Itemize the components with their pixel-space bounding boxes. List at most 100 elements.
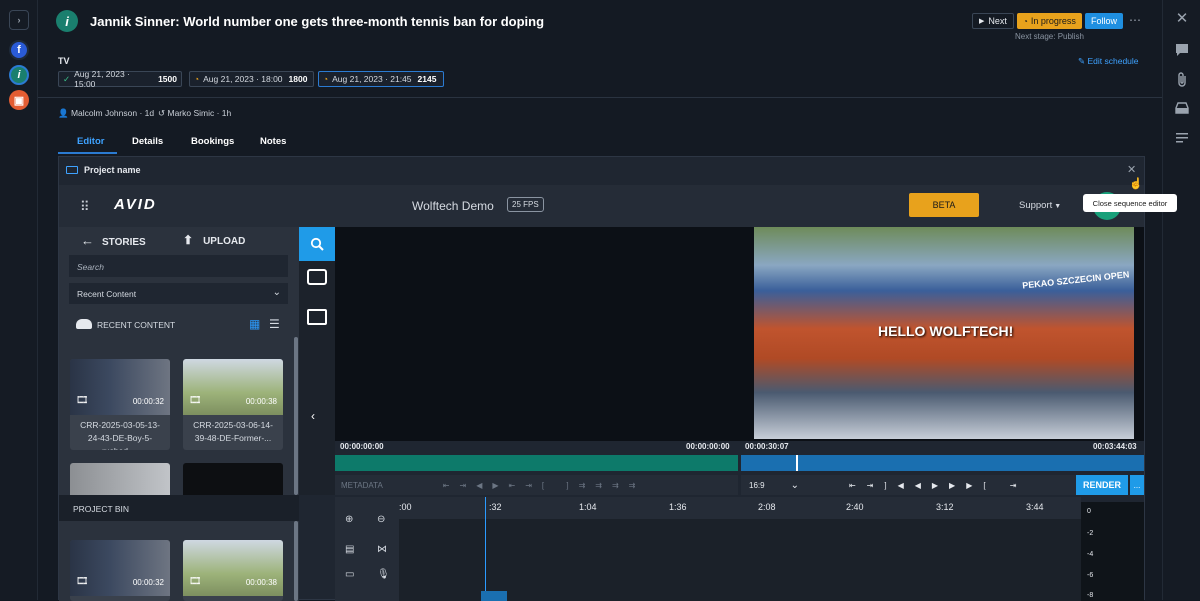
record-scrubber[interactable] bbox=[741, 455, 1144, 471]
scrollbar[interactable] bbox=[294, 337, 298, 495]
transport-icons[interactable]: ⇤⇥]◀◀▶▶▶[ ⇥ bbox=[849, 481, 1028, 490]
document-icon[interactable]: ▤ bbox=[345, 544, 354, 555]
timeline-track-area[interactable] bbox=[399, 497, 1081, 601]
tab-bookings[interactable]: Bookings bbox=[191, 136, 234, 147]
next-button[interactable]: ▶ Next bbox=[972, 13, 1014, 29]
content-select[interactable]: Recent Content ⌄ bbox=[69, 283, 288, 304]
comment-icon[interactable] bbox=[1174, 43, 1190, 59]
clip-image bbox=[70, 540, 170, 596]
aspect-select[interactable]: 16:9 bbox=[749, 481, 765, 490]
project-bin: 🎞 00:00:32 🎞 00:00:38 bbox=[59, 521, 299, 601]
clock-icon: ◔ bbox=[194, 74, 200, 84]
camera-app-icon[interactable]: ▣ bbox=[9, 90, 29, 110]
chevron-down-icon[interactable]: ⌄ bbox=[791, 480, 799, 491]
tab-details[interactable]: Details bbox=[132, 136, 163, 147]
timeline-tools: ⊕ ⊖ ▤ ⋈ ▭ 🎙 bbox=[335, 497, 399, 601]
tennis-court-image: PEKAO SZCZECIN OPEN HELLO WOLFTECH! bbox=[754, 227, 1134, 439]
ruler-label: 2:40 bbox=[846, 502, 864, 512]
schedule-slot[interactable]: ✓ Aug 21, 2023 · 15:00 1500 bbox=[58, 69, 182, 89]
schedule-slot[interactable]: ◔ Aug 21, 2023 · 18:00 1800 bbox=[189, 71, 314, 87]
page-title: Jannik Sinner: World number one gets thr… bbox=[90, 14, 545, 29]
source-scrubber[interactable] bbox=[335, 455, 738, 471]
fps-badge: 25 FPS bbox=[507, 197, 544, 212]
status-badge[interactable]: ◔ In progress bbox=[1017, 13, 1082, 29]
meter-label: 0 bbox=[1087, 508, 1091, 515]
left-sidebar: › f i ▣ bbox=[0, 0, 38, 600]
editor-user: ↺ Marko Simic · 1h bbox=[158, 108, 232, 118]
search-input[interactable]: Search bbox=[69, 255, 288, 277]
clip-thumbnail[interactable]: 🎞 00:00:32 bbox=[70, 540, 170, 601]
story-panel: i Jannik Sinner: World number one gets t… bbox=[38, 0, 1177, 601]
stories-button[interactable]: ← STORIES bbox=[81, 233, 146, 248]
search-tool[interactable] bbox=[299, 227, 335, 261]
wolftech-icon[interactable]: i bbox=[9, 65, 29, 85]
camera-icon[interactable] bbox=[307, 269, 327, 285]
collapse-icon[interactable]: ‹ bbox=[311, 409, 315, 423]
film-icon: 🎞 bbox=[189, 576, 202, 587]
more-icon[interactable]: ⋯ bbox=[1129, 13, 1141, 27]
audio-meter: 0 -2 -4 -6 -8 bbox=[1081, 502, 1144, 601]
clip-thumbnail[interactable]: 🎞 00:00:38 CRR-2025-03-06-14-39-48-DE-Fo… bbox=[183, 359, 283, 450]
playhead[interactable] bbox=[796, 455, 798, 471]
tab-notes[interactable]: Notes bbox=[260, 136, 286, 147]
grid-view-icon[interactable]: ▦ bbox=[249, 317, 260, 331]
support-menu[interactable]: Support ▼ bbox=[1019, 200, 1061, 211]
schedule-slot[interactable]: ◔ Aug 21, 2023 · 21:45 2145 bbox=[318, 71, 444, 87]
subtitles-icon[interactable] bbox=[307, 309, 327, 325]
edit-schedule-link[interactable]: ✎ Edit schedule bbox=[1078, 56, 1139, 67]
close-sequence-icon[interactable]: ✕ bbox=[1127, 163, 1136, 176]
next-stage: Next stage: Publish bbox=[1015, 32, 1084, 41]
ruler-label: 1:04 bbox=[579, 502, 597, 512]
project-bin-header[interactable]: PROJECT BIN bbox=[59, 495, 299, 521]
play-icon: ▶ bbox=[979, 18, 985, 25]
record-out-timecode: 00:03:44:03 bbox=[1093, 442, 1137, 451]
subtitle-icon[interactable]: ▭ bbox=[345, 569, 354, 580]
close-icon[interactable]: ✕ bbox=[1174, 11, 1190, 27]
ruler-label: 3:12 bbox=[936, 502, 954, 512]
recent-content-label: RECENT CONTENT bbox=[97, 320, 176, 330]
film-icon: 🎞 bbox=[76, 395, 89, 406]
wolftech-logo: i bbox=[56, 10, 78, 32]
facebook-icon[interactable]: f bbox=[9, 40, 29, 60]
tab-editor[interactable]: Editor bbox=[77, 136, 104, 147]
timeline-playhead[interactable] bbox=[485, 497, 486, 601]
apps-grid-icon[interactable]: ⠿ bbox=[80, 199, 91, 215]
clip-thumbnail[interactable] bbox=[70, 463, 170, 495]
film-icon: 🎞 bbox=[189, 395, 202, 406]
inbox-icon[interactable] bbox=[1174, 101, 1190, 117]
clip-image bbox=[183, 540, 283, 596]
banner-text: PEKAO SZCZECIN OPEN bbox=[1021, 269, 1130, 291]
clip-thumbnail[interactable] bbox=[183, 463, 283, 495]
clip-thumbnail[interactable]: 🎞 00:00:32 CRR-2025-03-05-13-24-43-DE-Bo… bbox=[70, 359, 170, 450]
source-in-timecode: 00:00:00:00 bbox=[340, 442, 384, 451]
clip-caption: CRR-2025-03-05-13-24-43-DE-Boy-5-rushed-… bbox=[80, 420, 160, 450]
list-view-icon[interactable]: ☰ bbox=[269, 317, 280, 331]
meter-label: -2 bbox=[1087, 530, 1094, 537]
upload-button[interactable]: ⬆ UPLOAD bbox=[183, 233, 245, 247]
ruler-label: 2:08 bbox=[758, 502, 776, 512]
beta-button[interactable]: BETA bbox=[909, 193, 979, 217]
sequence-editor: Project name ✕ ⠿ AVID Wolftech Demo 25 F… bbox=[58, 156, 1177, 601]
trim-icon[interactable]: ⋈ bbox=[377, 544, 387, 555]
text-align-icon[interactable] bbox=[1174, 130, 1190, 146]
source-viewer[interactable] bbox=[335, 227, 740, 441]
follow-button[interactable]: Follow bbox=[1085, 13, 1124, 29]
transport-icons[interactable]: ⇤⇥◀▶⇤⇥[ ]⇉⇉⇉⇉ bbox=[443, 481, 646, 490]
render-options-button[interactable]: ... bbox=[1130, 475, 1144, 495]
record-viewer[interactable]: PEKAO SZCZECIN OPEN HELLO WOLFTECH! bbox=[740, 227, 1144, 441]
zoom-out-icon[interactable]: ⊖ bbox=[377, 514, 385, 525]
microphone-icon[interactable]: 🎙 bbox=[377, 569, 390, 580]
meter-label: -8 bbox=[1087, 592, 1094, 599]
render-button[interactable]: RENDER bbox=[1076, 475, 1128, 495]
clip-caption: CRR-2025-03-06-14-39-48-DE-Former-... bbox=[193, 420, 273, 443]
clip-thumbnail[interactable]: 🎞 00:00:38 bbox=[183, 540, 283, 601]
attachment-icon[interactable] bbox=[1174, 72, 1190, 88]
scrollbar[interactable] bbox=[294, 521, 298, 601]
zoom-in-icon[interactable]: ⊕ bbox=[345, 514, 353, 525]
meter-label: -4 bbox=[1087, 551, 1094, 558]
project-icon bbox=[66, 166, 78, 174]
project-title: Wolftech Demo bbox=[412, 199, 494, 213]
clip-image bbox=[70, 359, 170, 415]
expand-sidebar-icon[interactable]: › bbox=[9, 10, 29, 30]
meter-label: -6 bbox=[1087, 572, 1094, 579]
